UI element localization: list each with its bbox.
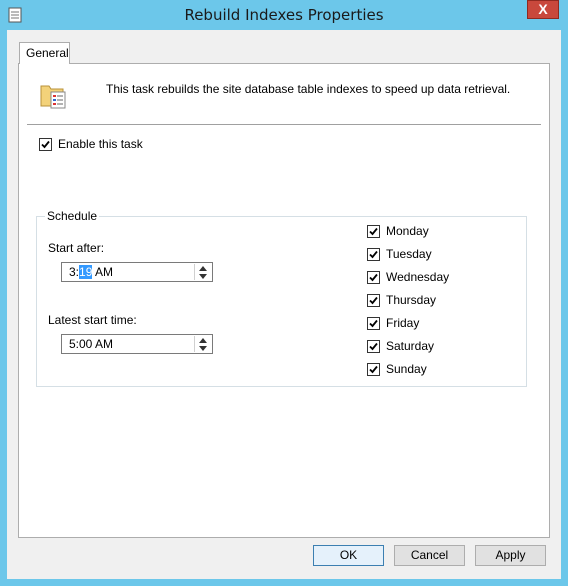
title-bar[interactable]: Rebuild Indexes Properties X xyxy=(0,0,568,30)
start-after-spinner[interactable] xyxy=(194,264,211,280)
dialog-client-area: General This task rebuilds the site data… xyxy=(7,30,561,579)
checkmark-icon xyxy=(369,319,378,327)
checkbox-box[interactable] xyxy=(39,137,52,151)
checkbox-box[interactable] xyxy=(367,316,380,330)
task-properties-icon xyxy=(39,80,69,110)
start-after-ampm: AM xyxy=(92,265,114,279)
start-after-value[interactable]: 3:19 AM xyxy=(69,265,113,279)
general-tab-panel: This task rebuilds the site database tab… xyxy=(18,63,550,538)
ok-button[interactable]: OK xyxy=(313,545,384,566)
checkmark-icon xyxy=(369,342,378,350)
spin-down-icon[interactable] xyxy=(195,344,211,352)
start-after-label: Start after: xyxy=(48,241,105,255)
spin-up-icon[interactable] xyxy=(195,336,211,344)
checkmark-icon xyxy=(369,250,378,258)
day-checkbox-saturday[interactable]: Saturday xyxy=(367,339,434,353)
spin-up-icon[interactable] xyxy=(195,264,211,272)
latest-start-value[interactable]: 5:00 AM xyxy=(69,337,113,351)
day-checkbox-wednesday[interactable]: Wednesday xyxy=(367,270,449,284)
apply-button[interactable]: Apply xyxy=(475,545,546,566)
day-label: Thursday xyxy=(386,293,437,307)
window-title: Rebuild Indexes Properties xyxy=(184,6,384,24)
enable-task-label: Enable this task xyxy=(58,137,143,151)
start-after-minute-selected[interactable]: 19 xyxy=(79,265,93,279)
task-description: This task rebuilds the site database tab… xyxy=(106,82,511,96)
day-checkbox-sunday[interactable]: Sunday xyxy=(367,362,427,376)
checkmark-icon xyxy=(369,365,378,373)
checkbox-box[interactable] xyxy=(367,247,380,261)
latest-start-label: Latest start time: xyxy=(48,313,137,327)
spin-down-icon[interactable] xyxy=(195,272,211,280)
properties-window: Rebuild Indexes Properties X General Thi… xyxy=(0,0,568,586)
checkbox-box[interactable] xyxy=(367,270,380,284)
day-label: Friday xyxy=(386,316,420,330)
schedule-group xyxy=(36,216,527,387)
day-label: Sunday xyxy=(386,362,427,376)
cancel-button[interactable]: Cancel xyxy=(394,545,465,566)
day-label: Tuesday xyxy=(386,247,432,261)
checkmark-icon xyxy=(369,273,378,281)
day-label: Monday xyxy=(386,224,429,238)
checkbox-box[interactable] xyxy=(367,339,380,353)
checkmark-icon xyxy=(369,296,378,304)
latest-start-spinner[interactable] xyxy=(194,336,211,352)
schedule-legend: Schedule xyxy=(45,209,100,223)
enable-task-checkbox[interactable]: Enable this task xyxy=(39,137,143,151)
close-button[interactable]: X xyxy=(527,0,559,19)
day-checkbox-thursday[interactable]: Thursday xyxy=(367,293,436,307)
tab-general[interactable]: General xyxy=(19,42,70,64)
day-label: Wednesday xyxy=(386,270,450,284)
day-label: Saturday xyxy=(386,339,435,353)
checkmark-icon xyxy=(369,227,378,235)
checkbox-box[interactable] xyxy=(367,224,380,238)
checkbox-box[interactable] xyxy=(367,293,380,307)
divider xyxy=(27,124,541,125)
day-checkbox-tuesday[interactable]: Tuesday xyxy=(367,247,432,261)
latest-start-time-picker[interactable]: 5:00 AM xyxy=(61,334,213,354)
day-checkbox-friday[interactable]: Friday xyxy=(367,316,419,330)
start-after-hour: 3: xyxy=(69,265,80,279)
day-checkbox-monday[interactable]: Monday xyxy=(367,224,429,238)
start-after-time-picker[interactable]: 3:19 AM xyxy=(61,262,213,282)
checkmark-icon xyxy=(41,140,50,148)
checkbox-box[interactable] xyxy=(367,362,380,376)
